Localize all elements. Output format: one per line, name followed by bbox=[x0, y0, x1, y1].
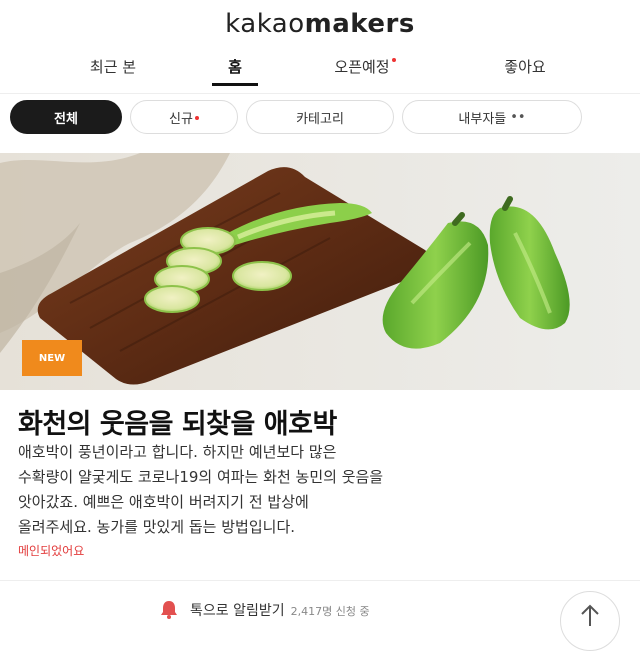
chip-insiders-label: 내부자들 bbox=[458, 111, 507, 127]
tab-likes-label: 좋아요 bbox=[504, 58, 546, 76]
bell-icon bbox=[158, 598, 180, 620]
notify-button[interactable]: 톡으로 알림받기 2,417명 신청 중 bbox=[190, 600, 370, 620]
desc-line: 수확량이 얄궂게도 코로나19의 여파는 화천 농민의 웃음을 bbox=[18, 468, 384, 486]
article-title[interactable]: 화천의 웃음을 되찾을 애호박 bbox=[18, 402, 337, 441]
tab-likes[interactable]: 좋아요 bbox=[475, 56, 575, 77]
logo-makers: makers bbox=[304, 9, 415, 39]
tab-home-label: 홈 bbox=[228, 58, 242, 76]
logo-kakao: kakao bbox=[225, 9, 305, 39]
scroll-top-button[interactable] bbox=[560, 591, 620, 651]
desc-line: 앗아갔죠. 예쁘은 애호박이 버려지기 전 밥상에 bbox=[18, 493, 309, 511]
tab-upcoming-label: 오픈예정 bbox=[334, 58, 390, 76]
chip-all[interactable]: 전체 bbox=[10, 100, 122, 134]
main-tabs: 최근 본 홈 오픈예정 좋아요 bbox=[0, 50, 640, 90]
desc-line: 올려주세요. 농가를 맛있게 돕는 방법입니다. bbox=[18, 518, 296, 536]
tab-recent[interactable]: 최근 본 bbox=[68, 56, 158, 77]
notify-count: 2,417명 신청 중 bbox=[290, 605, 370, 618]
chip-new[interactable]: 신규 bbox=[130, 100, 238, 134]
tab-upcoming[interactable]: 오픈예정 bbox=[315, 56, 415, 77]
desc-line: 애호박이 풍년이라고 합니다. 하지만 예년보다 많은 bbox=[18, 443, 337, 461]
tab-recent-label: 최근 본 bbox=[89, 58, 137, 76]
notify-label: 톡으로 알림받기 bbox=[190, 603, 285, 619]
chip-insiders[interactable]: 내부자들 •• bbox=[402, 100, 582, 134]
status-link[interactable]: 메인되었어요 bbox=[18, 542, 84, 559]
kakao-makers-logo[interactable]: kakaomakers bbox=[225, 9, 415, 39]
new-badge: NEW bbox=[22, 340, 82, 376]
category-chips: 전체 신규 카테고리 내부자들 •• bbox=[0, 100, 640, 138]
tabs-divider bbox=[0, 93, 640, 94]
hero-image[interactable]: NEW bbox=[0, 153, 640, 390]
zucchini-illustration bbox=[0, 153, 640, 390]
chip-all-label: 전체 bbox=[54, 111, 78, 127]
arrow-up-icon bbox=[581, 604, 599, 626]
new-dot-indicator bbox=[194, 116, 199, 120]
chip-new-label: 신규 bbox=[169, 111, 193, 127]
bottom-notify-bar: 톡으로 알림받기 2,417명 신청 중 bbox=[0, 580, 640, 651]
chip-category[interactable]: 카테고리 bbox=[246, 100, 394, 134]
more-dots-icon: •• bbox=[510, 109, 526, 125]
tab-home[interactable]: 홈 bbox=[195, 56, 275, 77]
app-header: kakaomakers bbox=[0, 0, 640, 48]
chip-category-label: 카테고리 bbox=[296, 111, 344, 127]
article-description: 애호박이 풍년이라고 합니다. 하지만 예년보다 많은 수확량이 얄궂게도 코로… bbox=[18, 440, 628, 540]
new-dot-indicator bbox=[391, 58, 396, 62]
active-tab-indicator bbox=[212, 83, 258, 86]
